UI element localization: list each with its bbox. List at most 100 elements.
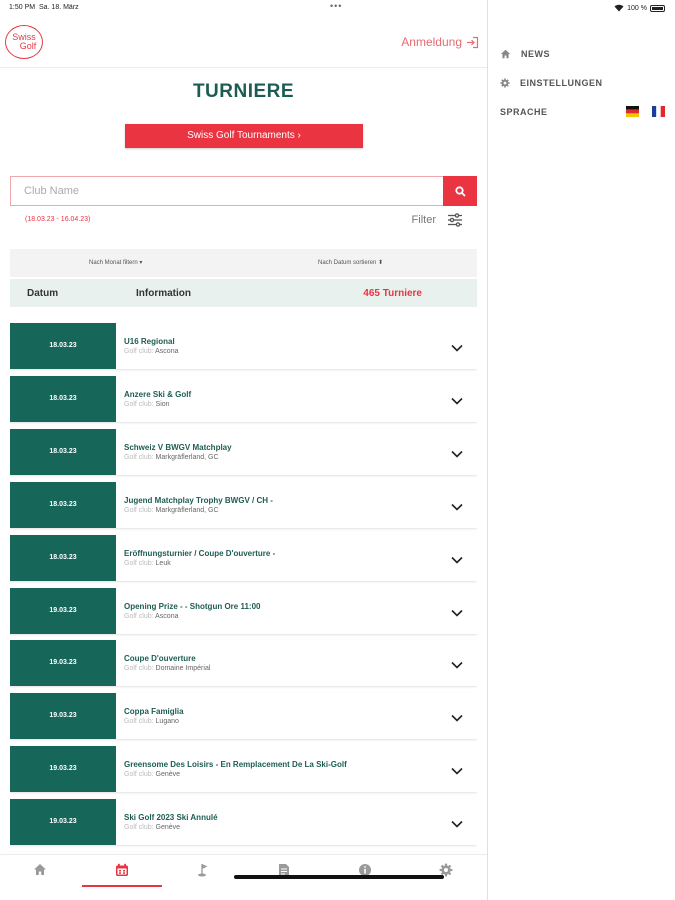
french-flag-icon[interactable] — [652, 106, 665, 117]
tournament-club: Golf club: Sion — [124, 401, 170, 408]
tournament-row[interactable]: 18.03.23 Jugend Matchplay Trophy BWGV / C… — [10, 481, 477, 528]
status-date: Sa. 18. März — [38, 4, 79, 11]
logo-line-2: Golf — [19, 41, 37, 51]
menu-label-settings: EINSTELLUNGEN — [520, 78, 603, 88]
column-information: Information — [136, 288, 191, 299]
date-range-label: (18.03.23 - 16.04.23) — [25, 216, 91, 223]
club-prefix: Golf club: — [124, 453, 154, 461]
chevron-down-icon[interactable] — [451, 656, 463, 674]
club-name: Ascona — [155, 612, 179, 620]
club-prefix: Golf club: — [124, 400, 154, 408]
multitask-dots[interactable]: ••• — [330, 1, 342, 11]
tournament-list: 18.03.23 U16 Regional Golf club: Ascona 18.… — [10, 307, 477, 852]
tournament-date: 19.03.23 — [10, 693, 116, 740]
tournament-name: Jugend Matchplay Trophy BWGV / CH - — [124, 495, 273, 505]
club-name: Genève — [155, 771, 181, 779]
date-sort-toggle[interactable]: Nach Datum sortieren ⬍ — [318, 259, 383, 266]
club-name: Genève — [155, 824, 181, 832]
tournament-club: Golf club: Markgräflerland, GC — [124, 454, 219, 461]
home-icon — [34, 864, 46, 875]
tournament-date: 18.03.23 — [10, 375, 116, 422]
tournament-date: 19.03.23 — [10, 746, 116, 793]
menu-label-news: NEWS — [521, 49, 550, 59]
chevron-down-icon[interactable] — [451, 815, 463, 833]
club-name: Leuk — [155, 559, 171, 567]
tab-courses[interactable] — [188, 863, 218, 885]
tournament-row[interactable]: 18.03.23 Schweiz V BWGV Matchplay Golf clu… — [10, 428, 477, 475]
tournament-club: Golf club: Domaine Impérial — [124, 665, 210, 672]
battery-percent: 100 % — [627, 4, 647, 12]
tournament-name: Eröffnungsturnier / Coupe D'ouverture - — [124, 548, 276, 558]
club-name: Ascona — [155, 348, 179, 355]
tournament-row[interactable]: 19.03.23 Coupe D'ouverture Golf club: Doma… — [10, 640, 477, 687]
tournament-club: Golf club: Genève — [124, 771, 180, 778]
tournament-row[interactable]: 19.03.23 Greensome Des Loisirs - En Rempl… — [10, 746, 477, 793]
filter-label: Filter — [411, 214, 436, 226]
status-bar: 1:50 PM Sa. 18. März ••• 100 % — [0, 0, 675, 16]
column-date: Datum — [27, 288, 59, 299]
tab-info[interactable] — [350, 863, 380, 885]
club-name: Markgräflerland, GC — [155, 453, 219, 461]
menu-item-news[interactable]: NEWS — [500, 49, 550, 59]
chevron-down-icon[interactable] — [451, 551, 463, 569]
tournament-club: Golf club: Ascona — [124, 348, 179, 355]
club-prefix: Golf club: — [124, 506, 154, 514]
sliders-icon — [448, 213, 462, 227]
tournament-count: 465 Turniere — [363, 288, 422, 299]
home-indicator[interactable] — [234, 875, 444, 879]
app-root: 1:50 PM Sa. 18. März ••• 100 % Swiss Gol… — [0, 0, 675, 900]
tab-home[interactable] — [25, 863, 55, 885]
status-right: 100 % — [614, 4, 665, 12]
filter-button[interactable]: Filter — [412, 213, 463, 227]
chevron-down-icon[interactable] — [451, 762, 463, 780]
status-time: 1:50 PM Sa. 18. März — [9, 4, 79, 11]
chevron-down-icon[interactable] — [451, 339, 463, 357]
tournament-name: Coppa Famiglia — [124, 707, 184, 717]
club-prefix: Golf club: — [124, 348, 154, 355]
menu-language-label: SPRACHE — [500, 107, 548, 117]
menu-item-settings[interactable]: EINSTELLUNGEN — [500, 78, 603, 88]
tournament-date: 19.03.23 — [10, 799, 116, 846]
swiss-golf-logo[interactable]: Swiss Golf — [5, 25, 43, 59]
club-prefix: Golf club: — [124, 824, 154, 832]
tournament-name: Ski Golf 2023 Ski Annulé — [124, 813, 218, 823]
club-prefix: Golf club: — [124, 771, 154, 779]
tournament-row[interactable]: 19.03.23 Coppa Famiglia Golf club: Lugano — [10, 693, 477, 740]
german-flag-icon[interactable] — [626, 106, 639, 117]
tab-documents[interactable] — [269, 863, 299, 885]
page-title: TURNIERE — [192, 81, 295, 102]
chevron-down-icon[interactable] — [451, 392, 463, 410]
tournament-date: 18.03.23 — [10, 323, 116, 369]
calendar-icon — [116, 863, 128, 876]
tournament-row[interactable]: 18.03.23 U16 Regional Golf club: Ascona — [10, 323, 477, 369]
club-search-input[interactable]: Club Name — [10, 176, 443, 206]
month-filter-dropdown[interactable]: Nach Monat filtern ▾ — [89, 259, 142, 266]
side-menu: NEWS EINSTELLUNGEN SPRACHE — [488, 16, 675, 900]
chevron-down-icon[interactable] — [451, 445, 463, 463]
chevron-down-icon[interactable] — [451, 498, 463, 516]
club-name: Domaine Impérial — [155, 665, 211, 673]
chevron-down-icon[interactable] — [451, 709, 463, 727]
login-label: Anmeldung — [401, 35, 462, 49]
tournament-row[interactable]: 19.03.23 Ski Golf 2023 Ski Annulé Golf clu… — [10, 799, 477, 846]
chevron-down-icon[interactable] — [451, 604, 463, 622]
tab-settings[interactable] — [431, 863, 461, 885]
tournament-name: Coupe D'ouverture — [124, 654, 196, 664]
tournament-club: Golf club: Lugano — [124, 718, 179, 725]
tournament-row[interactable]: 19.03.23 Opening Prize - - Shotgun Ore 11… — [10, 587, 477, 634]
login-button[interactable]: Anmeldung — [401, 35, 479, 49]
club-prefix: Golf club: — [124, 612, 154, 620]
swiss-golf-tournaments-button[interactable]: Swiss Golf Tournaments › — [125, 124, 363, 148]
club-name: Sion — [155, 400, 170, 408]
home-icon — [500, 49, 511, 59]
tab-tournaments[interactable] — [107, 863, 137, 885]
tournament-club: Golf club: Leuk — [124, 560, 171, 567]
tournament-row[interactable]: 18.03.23 Eröffnungsturnier / Coupe D'ouve… — [10, 534, 477, 581]
tournament-date: 19.03.23 — [10, 640, 116, 687]
tournament-club: Golf club: Genève — [124, 824, 180, 831]
tournament-row[interactable]: 18.03.23 Anzere Ski & Golf Golf club: Sion — [10, 375, 477, 422]
club-prefix: Golf club: — [124, 665, 154, 673]
golf-flag-icon — [198, 864, 208, 877]
wifi-icon — [614, 4, 624, 12]
search-button[interactable] — [443, 176, 477, 206]
